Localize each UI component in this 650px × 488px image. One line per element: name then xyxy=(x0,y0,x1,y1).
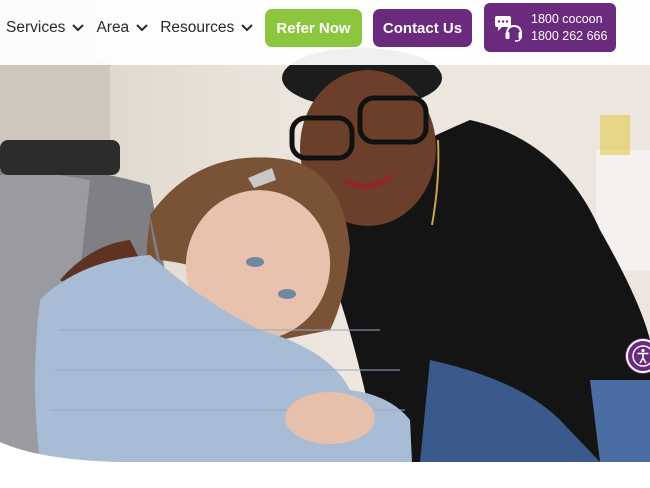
chevron-down-icon xyxy=(136,24,148,32)
section-divider-curve xyxy=(0,442,650,488)
phone-digit-number: 1800 262 666 xyxy=(531,29,608,43)
accessibility-icon xyxy=(632,345,650,367)
site-header: Services Area Resources Refer Now Contac… xyxy=(0,0,650,65)
phone-contact-button[interactable]: 1800 cocoon 1800 262 666 xyxy=(484,3,616,52)
refer-now-button[interactable]: Refer Now xyxy=(265,9,362,47)
nav-item-services[interactable]: Services xyxy=(6,19,85,37)
hero-image xyxy=(0,0,650,462)
main-nav: Services Area Resources xyxy=(6,0,265,56)
nav-item-area[interactable]: Area xyxy=(96,19,148,37)
contact-us-button[interactable]: Contact Us xyxy=(373,9,472,47)
phone-word-number: 1800 cocoon xyxy=(531,12,603,26)
chat-headset-icon xyxy=(495,16,522,42)
nav-item-label: Resources xyxy=(160,19,235,36)
chevron-down-icon xyxy=(241,24,253,32)
nav-item-label: Area xyxy=(96,19,130,36)
nav-item-resources[interactable]: Resources xyxy=(160,19,253,37)
chevron-down-icon xyxy=(72,24,85,32)
nav-item-label: Services xyxy=(6,19,66,36)
hero-photo-illustration xyxy=(0,48,650,462)
